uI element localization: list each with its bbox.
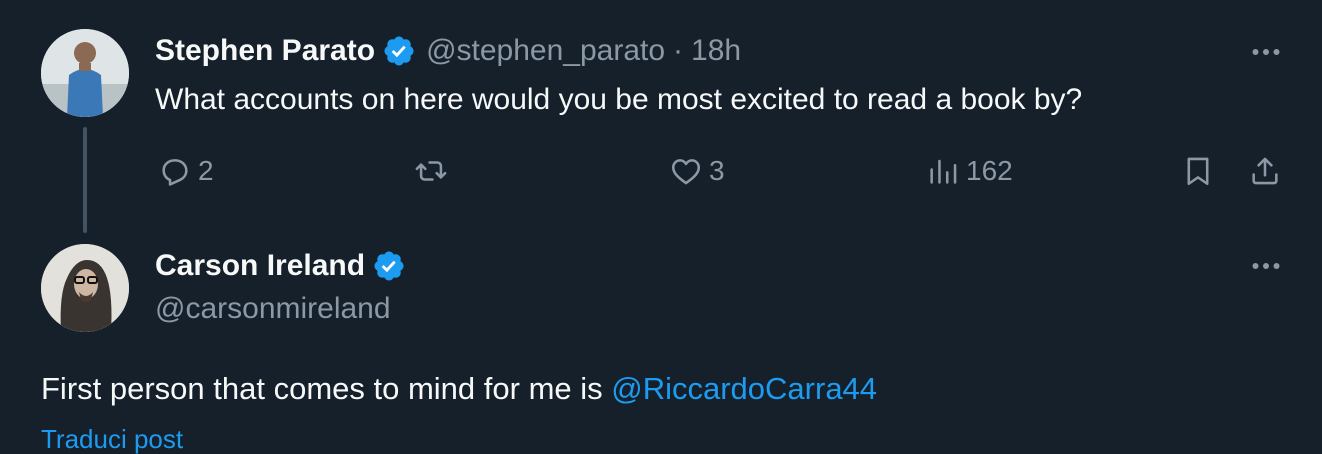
mention-link[interactable]: @RiccardoCarra44 (611, 371, 877, 406)
author-name[interactable]: Stephen Parato (155, 34, 375, 68)
share-button[interactable] (1248, 154, 1282, 188)
thread-line (83, 127, 87, 233)
heart-icon (671, 159, 701, 185)
verified-badge-icon[interactable] (382, 34, 416, 68)
views-button[interactable]: 162 (926, 154, 1013, 188)
reply-text-prefix: First person that comes to mind for me i… (41, 371, 612, 406)
reply-author-handle[interactable]: @carsonmireland (155, 289, 391, 329)
reply-header: Carson Ireland (155, 245, 406, 287)
avatar-carson-ireland[interactable] (41, 244, 129, 332)
author-handle[interactable]: @stephen_parato (426, 34, 665, 68)
retweet-icon (415, 161, 447, 181)
verified-badge-icon[interactable] (372, 249, 406, 283)
reply-icon (162, 159, 188, 186)
bookmark-icon (1187, 157, 1209, 186)
reply-text: First person that comes to mind for me i… (41, 368, 877, 410)
reply-button[interactable]: 2 (158, 154, 214, 188)
avatar-stephen-parato[interactable] (41, 29, 129, 117)
tweet-text: What accounts on here would you be most … (155, 83, 1083, 116)
views-chart-icon (930, 159, 957, 184)
retweet-button[interactable] (414, 154, 448, 188)
avatar-image (41, 29, 129, 117)
avatar-image (41, 244, 129, 332)
tweet-timestamp[interactable]: 18h (691, 34, 741, 68)
view-count: 162 (966, 155, 1013, 186)
reply-count: 2 (198, 155, 214, 186)
bookmark-button[interactable] (1181, 154, 1215, 188)
like-count: 3 (709, 155, 725, 186)
more-horizontal-icon[interactable] (1248, 248, 1284, 284)
tweet-header: Stephen Parato @stephen_parato · 18h (155, 30, 741, 72)
reply-author-name[interactable]: Carson Ireland (155, 249, 365, 283)
translate-post-link[interactable]: Traduci post (41, 424, 183, 454)
more-horizontal-icon[interactable] (1248, 34, 1284, 70)
share-icon (1252, 157, 1278, 185)
separator-dot: · (673, 34, 684, 67)
like-button[interactable]: 3 (669, 154, 725, 188)
